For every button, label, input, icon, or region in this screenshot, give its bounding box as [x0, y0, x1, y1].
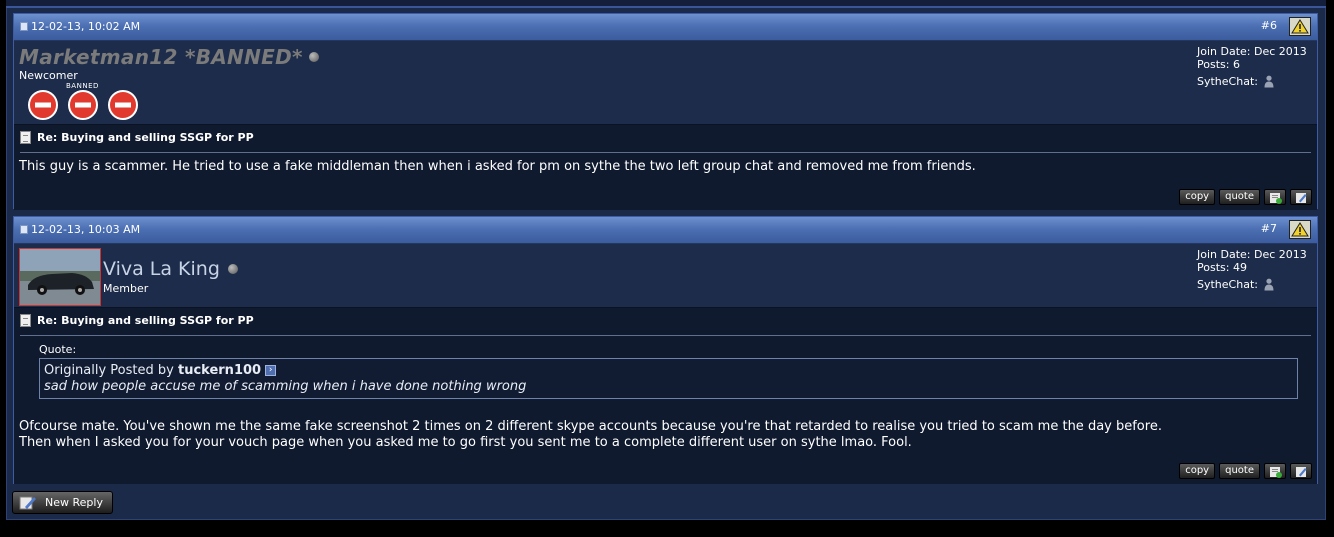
- user-stats: Join Date: Dec 2013 Posts: 6 SytheChat:: [1197, 45, 1313, 88]
- join-date: Join Date: Dec 2013: [1197, 248, 1307, 261]
- post-number-link[interactable]: #7: [1261, 222, 1277, 235]
- new-reply-button[interactable]: New Reply: [12, 491, 113, 514]
- post-message: Re: Buying and selling SSGP for PP Quote…: [14, 308, 1317, 484]
- post-body-line: Ofcourse mate. You've shown me the same …: [19, 419, 1162, 434]
- quote-button[interactable]: quote: [1219, 189, 1260, 205]
- user-title: Newcomer: [19, 69, 78, 82]
- post-date: 12-02-13, 10:03 AM: [31, 223, 141, 236]
- offline-status-icon: [227, 264, 238, 274]
- post-title: Re: Buying and selling SSGP for PP: [37, 314, 254, 327]
- username[interactable]: Marketman12 *BANNED*: [19, 45, 303, 69]
- person-icon[interactable]: [1264, 75, 1274, 88]
- join-date: Join Date: Dec 2013: [1197, 45, 1307, 58]
- post-date-wrapper: 12-02-13, 10:03 AM: [20, 223, 140, 236]
- post-header: 12-02-13, 10:03 AM #7: [14, 217, 1317, 244]
- avatar[interactable]: [19, 248, 101, 306]
- post-count: Posts: 49: [1197, 261, 1247, 274]
- post-6: 12-02-13, 10:02 AM #6 Marketman12 *BANNE…: [13, 13, 1318, 210]
- quote-label: Quote:: [39, 343, 77, 356]
- view-post-arrow-icon[interactable]: ›: [265, 365, 277, 376]
- quote-author[interactable]: tuckern100: [178, 363, 261, 378]
- post-actions: copy quote: [1179, 189, 1312, 205]
- post-body-line: Then when I asked you for your vouch pag…: [19, 435, 912, 450]
- offline-status-icon: [308, 52, 319, 62]
- sythechat-label: SytheChat:: [1197, 75, 1258, 88]
- person-icon[interactable]: [1264, 278, 1274, 291]
- post-date: 12-02-13, 10:02 AM: [31, 20, 141, 33]
- banned-badges: [28, 90, 138, 120]
- quote-box: Originally Posted by tuckern100 › sad ho…: [39, 358, 1298, 399]
- quote-button[interactable]: quote: [1219, 463, 1260, 479]
- post-title-icon: [20, 314, 31, 327]
- user-title: Member: [103, 282, 149, 295]
- post-status-icon: [20, 22, 28, 31]
- edit-icon[interactable]: [1290, 463, 1312, 479]
- user-stats: Join Date: Dec 2013 Posts: 49 SytheChat:: [1197, 248, 1313, 291]
- previous-post-bottom: [6, 0, 1326, 8]
- copy-button[interactable]: copy: [1179, 189, 1216, 205]
- post-count: Posts: 6: [1197, 58, 1240, 71]
- user-info-area: Marketman12 *BANNED* Newcomer BANNED Joi…: [14, 41, 1317, 125]
- quote-prefix: Originally Posted by: [44, 363, 174, 378]
- username[interactable]: Viva La King: [103, 258, 220, 280]
- report-post-icon[interactable]: [1289, 17, 1311, 36]
- post-title: Re: Buying and selling SSGP for PP: [37, 131, 254, 144]
- banned-badge-icon: [68, 90, 98, 120]
- new-reply-label: New Reply: [45, 496, 103, 509]
- post-body: Ofcourse mate. You've shown me the same …: [14, 399, 1317, 451]
- post-date-wrapper: 12-02-13, 10:02 AM: [20, 20, 140, 33]
- multi-quote-icon[interactable]: [1264, 189, 1286, 205]
- banned-badge-icon: [108, 90, 138, 120]
- new-reply-icon: [19, 496, 36, 509]
- banned-badge-icon: [28, 90, 58, 120]
- multi-quote-icon[interactable]: [1264, 463, 1286, 479]
- user-info-area: Viva La King Member Join Date: Dec 2013 …: [14, 244, 1317, 308]
- post-number-link[interactable]: #6: [1261, 19, 1277, 32]
- quote-text: sad how people accuse me of scamming whe…: [44, 379, 527, 394]
- post-message: Re: Buying and selling SSGP for PP This …: [14, 125, 1317, 210]
- post-title-icon: [20, 131, 31, 144]
- copy-button[interactable]: copy: [1179, 463, 1216, 479]
- post-header: 12-02-13, 10:02 AM #6: [14, 14, 1317, 41]
- post-7: 12-02-13, 10:03 AM #7 Viva La King Membe…: [13, 216, 1318, 484]
- post-body: This guy is a scammer. He tried to use a…: [14, 153, 1317, 175]
- sythechat-label: SytheChat:: [1197, 278, 1258, 291]
- post-actions: copy quote: [1179, 463, 1312, 479]
- post-status-icon: [20, 225, 28, 234]
- post-body-line: This guy is a scammer. He tried to use a…: [19, 159, 976, 174]
- edit-icon[interactable]: [1290, 189, 1312, 205]
- report-post-icon[interactable]: [1289, 220, 1311, 239]
